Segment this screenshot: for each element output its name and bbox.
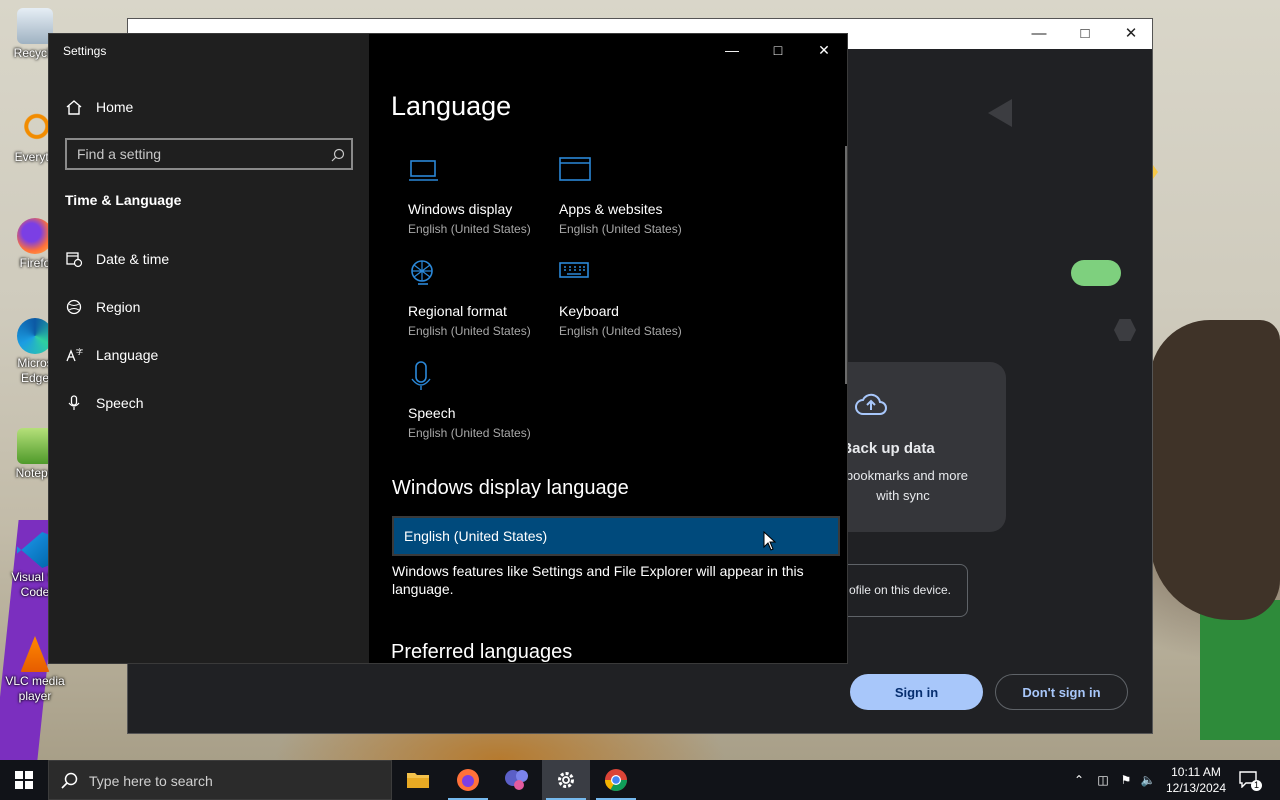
settings-window[interactable]: Settings Home Time & Language Date & tim…: [48, 33, 848, 664]
microphone-icon: [68, 395, 80, 410]
find-setting-search[interactable]: [65, 138, 353, 170]
tile-name: Windows display: [408, 201, 513, 217]
nav-item-speech[interactable]: Speech: [49, 383, 369, 423]
teams-icon: [505, 770, 528, 790]
tile-value: English (United States): [408, 222, 531, 236]
chrome-icon: [605, 769, 627, 791]
microphone-icon: [411, 361, 431, 390]
settings-gear-icon: [558, 772, 574, 788]
nav-item-label: Speech: [96, 395, 144, 411]
find-setting-input[interactable]: [77, 145, 317, 163]
desktop-icon-label: Firefo: [19, 256, 51, 270]
nav-home-label: Home: [96, 99, 134, 115]
settings-nav-pane: Settings Home Time & Language Date & tim…: [49, 34, 369, 663]
taskbar-firefox[interactable]: [444, 760, 492, 800]
tile-apps-websites[interactable]: Apps & websites English (United States): [559, 157, 709, 247]
settings-window-title: Settings: [63, 44, 107, 58]
windows-logo-icon: [15, 771, 33, 789]
chrome-close-button[interactable]: ✕: [1108, 19, 1154, 49]
page-title: Language: [391, 91, 512, 121]
search-icon[interactable]: [331, 148, 345, 162]
tile-name: Keyboard: [559, 303, 619, 319]
taskbar-clock[interactable]: 10:11 AM 12/13/2024: [1160, 764, 1232, 796]
notification-center-button[interactable]: 1: [1236, 768, 1263, 792]
tile-value: English (United States): [408, 324, 531, 338]
cloud-upload-icon: [855, 393, 887, 415]
volume-muted-icon[interactable]: 🔈: [1140, 772, 1156, 788]
taskbar-search-box[interactable]: Type here to search: [48, 760, 392, 800]
nav-item-label: Language: [96, 347, 159, 363]
svg-text:字: 字: [76, 347, 83, 356]
chrome-minimize-button[interactable]: —: [1016, 19, 1062, 49]
tile-windows-display[interactable]: Windows display English (United States): [408, 157, 558, 247]
taskbar-file-explorer[interactable]: [394, 760, 442, 800]
chrome-maximize-button[interactable]: □: [1062, 19, 1108, 49]
wallpaper-green-patch: [1200, 600, 1280, 740]
taskbar-search-placeholder: Type here to search: [89, 773, 213, 789]
mouse-cursor-icon: [763, 531, 777, 551]
wallpaper-dark-animal: [1150, 320, 1280, 620]
preferred-languages-heading: Preferred languages: [391, 641, 573, 663]
tile-name: Speech: [408, 405, 456, 421]
start-button[interactable]: [0, 760, 48, 800]
home-icon: [66, 100, 82, 115]
tile-value: English (United States): [559, 324, 682, 338]
tile-value: English (United States): [559, 222, 682, 236]
calendar-clock-icon: [66, 252, 83, 268]
tile-speech[interactable]: Speech English (United States): [408, 361, 558, 451]
taskbar: Type here to search ⌃ ◫ ⚑ 🔈 10:11 AM 12/…: [0, 760, 1280, 800]
firefox-icon: [457, 769, 479, 791]
decor-grey-hex: [1114, 319, 1136, 341]
maximize-button[interactable]: □: [755, 34, 801, 66]
show-hidden-icons-chevron-icon[interactable]: ⌃: [1071, 772, 1087, 788]
tile-value: English (United States): [408, 426, 531, 440]
taskbar-settings[interactable]: [542, 760, 590, 800]
tile-name: Apps & websites: [559, 201, 663, 217]
clock-date: 12/13/2024: [1165, 781, 1227, 795]
tile-name: Regional format: [408, 303, 507, 319]
display-language-value: English (United States): [404, 528, 548, 544]
browser-window-icon: [559, 157, 591, 181]
nav-item-region[interactable]: Region: [49, 287, 369, 327]
decor-triangle: [988, 99, 1012, 127]
settings-content-pane: Language Windows display English (United…: [369, 34, 847, 663]
nav-section-heading: Time & Language: [65, 192, 182, 208]
tray-flag-icon[interactable]: ⚑: [1118, 772, 1134, 788]
backup-description: r bookmarks and more with sync: [837, 468, 969, 503]
decor-green-toggle: [1071, 260, 1121, 286]
profile-option-label: ofile on this device.: [848, 583, 951, 597]
taskbar-chrome[interactable]: [592, 760, 640, 800]
file-explorer-icon: [407, 773, 429, 788]
display-language-description: Windows features like Settings and File …: [392, 563, 804, 597]
content-scrollbar[interactable]: [845, 146, 847, 384]
network-icon[interactable]: ◫: [1095, 772, 1111, 788]
nav-item-label: Region: [96, 299, 141, 315]
desktop-icon-label: VLC media player: [5, 674, 65, 703]
notification-count: 1: [1251, 780, 1263, 791]
taskbar-teams[interactable]: [493, 760, 541, 800]
globe-icon: [411, 260, 433, 285]
minimize-button[interactable]: —: [709, 34, 755, 66]
backup-data-card: Back up data r bookmarks and more with s…: [828, 362, 1006, 532]
dont-sign-in-button[interactable]: Don't sign in: [995, 674, 1128, 710]
monitor-icon: [409, 160, 438, 181]
settings-window-controls: — □ ✕: [709, 34, 847, 66]
nav-home[interactable]: Home: [49, 87, 369, 127]
keyboard-icon: [559, 262, 589, 278]
language-icon: 字: [66, 347, 83, 362]
clock-time: 10:11 AM: [1171, 765, 1221, 779]
sign-in-button[interactable]: Sign in: [850, 674, 983, 710]
display-language-heading: Windows display language: [392, 477, 629, 499]
tile-keyboard[interactable]: Keyboard English (United States): [559, 259, 709, 349]
nav-item-label: Date & time: [96, 251, 170, 267]
tile-regional-format[interactable]: Regional format English (United States): [408, 259, 558, 349]
globe-region-icon: [66, 299, 82, 315]
nav-item-date-time[interactable]: Date & time: [49, 239, 369, 279]
nav-item-language[interactable]: 字 Language: [49, 335, 369, 375]
search-icon: [61, 772, 78, 789]
close-button[interactable]: ✕: [801, 34, 847, 66]
